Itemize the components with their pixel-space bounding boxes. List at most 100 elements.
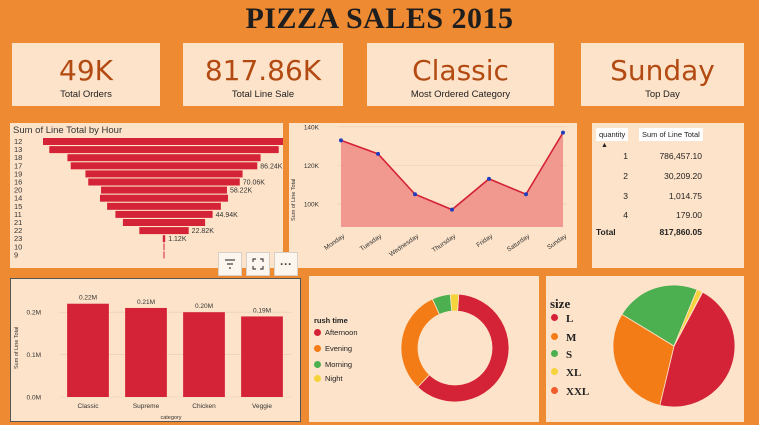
pie-svg — [612, 284, 736, 408]
table-row[interactable]: 1 786,457.10 — [592, 151, 742, 165]
y-tick-label: 9 — [14, 250, 18, 259]
data-label: 44.94K — [216, 212, 239, 219]
kpi-value: Classic — [412, 54, 509, 87]
pie-slice — [400, 298, 441, 388]
data-point — [339, 138, 343, 143]
data-label: 0.20M — [195, 303, 213, 310]
pie-slice — [449, 293, 460, 312]
area-fill — [341, 132, 563, 227]
data-point — [450, 207, 454, 212]
bar — [115, 210, 213, 218]
kpi-top-day[interactable]: Sunday Top Day — [581, 43, 744, 106]
category-bar-svg: 0.2M 0.1M 0.0M 0.22M Classic 0.21M Supreme 0.20… — [27, 295, 291, 421]
kpi-total-line-sale[interactable]: 817.86K Total Line Sale — [183, 43, 343, 106]
x-tick-label: Friday — [475, 232, 494, 249]
data-point — [524, 192, 528, 197]
x-tick-label: Classic — [78, 403, 100, 410]
table-row[interactable]: 4 179.00 — [592, 210, 742, 224]
kpi-label: Total Line Sale — [231, 89, 295, 100]
bar — [67, 154, 261, 162]
cell-quantity: 4 — [623, 210, 628, 220]
data-label: 0.21M — [137, 299, 155, 306]
column-header-sum-line-total[interactable]: Sum of Line Total — [639, 128, 703, 141]
x-tick-label: Sunday — [546, 232, 569, 251]
bar — [67, 303, 109, 397]
bar — [49, 146, 279, 154]
size-pie-chart[interactable]: size L M S XL XXL — [546, 276, 744, 422]
data-label: 70.06K — [243, 180, 266, 187]
data-label: 58.22K — [230, 188, 253, 195]
bar — [162, 235, 166, 243]
day-area-chart[interactable]: Sum of Line Total 140K 120K 100K Monday Tues… — [289, 123, 577, 268]
kpi-total-orders[interactable]: 49K Total Orders — [12, 43, 160, 106]
bar — [183, 312, 225, 397]
cell-quantity: 1 — [623, 151, 628, 161]
focus-mode-icon[interactable] — [246, 252, 270, 276]
bar — [101, 186, 227, 194]
quantity-table[interactable]: quantity ▲ Sum of Line Total 1 786,457.1… — [592, 123, 744, 268]
y-tick-label: 120K — [304, 163, 320, 170]
y-tick-label: 0.2M — [27, 310, 41, 317]
bar — [70, 162, 258, 170]
rush-time-donut-chart[interactable]: rush time Afternoon Evening Morning Nigh… — [309, 276, 539, 422]
bar — [107, 202, 221, 210]
bar — [99, 194, 229, 202]
data-label: 86.24K — [260, 163, 283, 170]
table-total-row: Total 817,860.05 — [592, 227, 742, 241]
kpi-most-ordered-category[interactable]: Classic Most Ordered Category — [367, 43, 554, 106]
cell-sum: 30,209.20 — [664, 171, 702, 181]
x-tick-label: Wednesday — [388, 232, 421, 258]
bar — [122, 219, 206, 226]
x-tick-label: Thursday — [431, 232, 458, 254]
hour-bar-chart[interactable]: Sum of Line Total by Hour 12 13 18 17 86.24K… — [10, 123, 283, 268]
donut-svg — [400, 293, 510, 403]
data-label: 22.82K — [192, 228, 215, 235]
bar — [163, 243, 165, 251]
hour-bar-svg: 12131817 86.24K1916 70.06K20 58.22K141511 44… — [14, 137, 283, 259]
cell-sum: 1,014.75 — [668, 191, 702, 201]
total-value: 817,860.05 — [659, 227, 702, 237]
bar — [241, 316, 283, 397]
x-tick-label: Veggie — [252, 403, 272, 410]
filter-icon[interactable] — [218, 252, 242, 276]
y-tick-label: 140K — [304, 124, 320, 131]
y-tick-label: 100K — [304, 201, 320, 208]
cell-sum: 786,457.10 — [659, 151, 702, 161]
bar — [139, 227, 189, 235]
data-point — [561, 130, 565, 135]
column-header-quantity[interactable]: quantity — [596, 128, 629, 141]
bar — [85, 170, 243, 178]
kpi-value: 817.86K — [204, 54, 322, 87]
cell-quantity: 2 — [623, 171, 628, 181]
kpi-label: Top Day — [645, 89, 680, 100]
bar — [125, 307, 167, 397]
dashboard-title: PIZZA SALES 2015 — [245, 2, 514, 35]
cell-sum: 179.00 — [676, 210, 702, 220]
kpi-value: 49K — [59, 54, 113, 87]
more-options-icon[interactable]: ··· — [274, 252, 298, 276]
sort-desc-icon[interactable]: ▲ — [601, 142, 608, 149]
bar — [163, 251, 165, 259]
y-tick-label: 0.0M — [27, 395, 41, 402]
category-column-chart[interactable]: Sum of Line Total 0.2M 0.1M 0.0M 0.22M Class… — [10, 278, 301, 422]
data-point — [487, 176, 491, 181]
x-tick-label: Tuesday — [359, 232, 384, 252]
data-label: 0.19M — [253, 307, 271, 314]
day-area-svg: 140K 120K 100K Monday Tuesday Wednesday Thursd… — [304, 124, 569, 258]
table-row[interactable]: 3 1,014.75 — [592, 191, 742, 205]
x-tick-label: Chicken — [192, 403, 216, 410]
kpi-value: Sunday — [610, 54, 715, 87]
x-axis-label: category — [160, 415, 181, 421]
data-point — [376, 151, 380, 156]
bar — [88, 178, 240, 186]
table-row[interactable]: 2 30,209.20 — [592, 171, 742, 185]
data-label: 1.12K — [168, 236, 187, 243]
x-tick-label: Monday — [323, 232, 347, 251]
visual-header-toolbar: ··· — [218, 252, 298, 278]
data-point — [413, 192, 417, 197]
x-tick-label: Supreme — [133, 403, 160, 410]
kpi-label: Total Orders — [60, 89, 112, 100]
total-label: Total — [596, 227, 616, 237]
kpi-label: Most Ordered Category — [410, 89, 511, 100]
x-tick-label: Saturday — [506, 232, 532, 253]
